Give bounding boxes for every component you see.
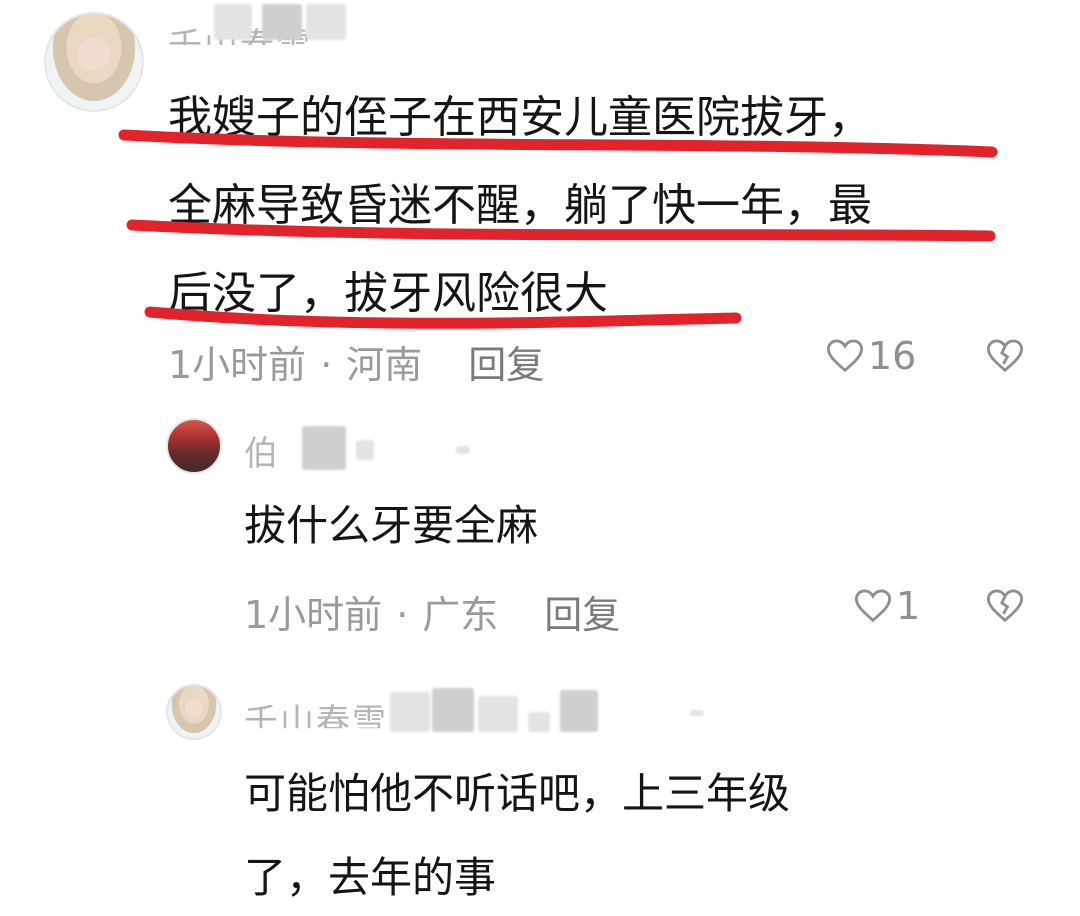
like-button[interactable]: 1 — [854, 584, 920, 628]
username-redaction — [356, 440, 374, 460]
reply-username[interactable]: 伯 — [244, 426, 280, 475]
broken-heart-icon[interactable] — [986, 588, 1024, 624]
heart-icon — [826, 339, 864, 373]
reply-time: 1小时前 — [244, 593, 383, 637]
like-count: 1 — [896, 584, 921, 628]
reply-body: 可能怕他不听话吧，上三年级 了，去年的事 — [244, 752, 790, 916]
username-redaction — [390, 692, 430, 732]
reply-meta: 1小时前 · 广东 回复 — [244, 584, 620, 639]
reply-line: 可能怕他不听话吧，上三年级 — [244, 769, 791, 818]
heart-icon — [854, 589, 892, 623]
reply-line: 拔什么牙要全麻 — [244, 501, 539, 550]
username-redaction — [690, 710, 704, 716]
reply-location: 广东 — [422, 593, 499, 637]
username-redaction — [302, 426, 346, 470]
comment-meta: 1小时前 · 河南 回复 — [168, 334, 544, 389]
username-redaction — [456, 446, 470, 454]
avatar[interactable] — [166, 418, 222, 474]
broken-heart-icon[interactable] — [986, 338, 1024, 374]
username-redaction — [478, 696, 518, 732]
reply-button[interactable]: 回复 — [468, 343, 544, 387]
comment-thread: 千山春雪 我嫂子的侄子在西安儿童医院拔牙， 全麻导致昏迷不醒，躺了快一年，最 后… — [0, 0, 1080, 916]
reply-button[interactable]: 回复 — [544, 593, 620, 637]
meta-separator: · — [396, 593, 409, 637]
comment-time: 1小时前 — [168, 343, 307, 387]
username-redaction — [528, 712, 550, 732]
username-redaction — [560, 690, 598, 732]
username-redaction — [432, 688, 474, 732]
meta-separator: · — [320, 343, 333, 387]
reply-username[interactable]: 千山春雪 — [244, 694, 388, 728]
red-underline-annotation — [118, 129, 998, 329]
reply-line: 了，去年的事 — [244, 853, 497, 902]
avatar[interactable] — [166, 684, 222, 740]
reply-body: 拔什么牙要全麻 — [244, 484, 538, 568]
comment-location: 河南 — [346, 343, 423, 387]
like-button[interactable]: 16 — [826, 334, 916, 378]
like-count: 16 — [868, 334, 917, 378]
